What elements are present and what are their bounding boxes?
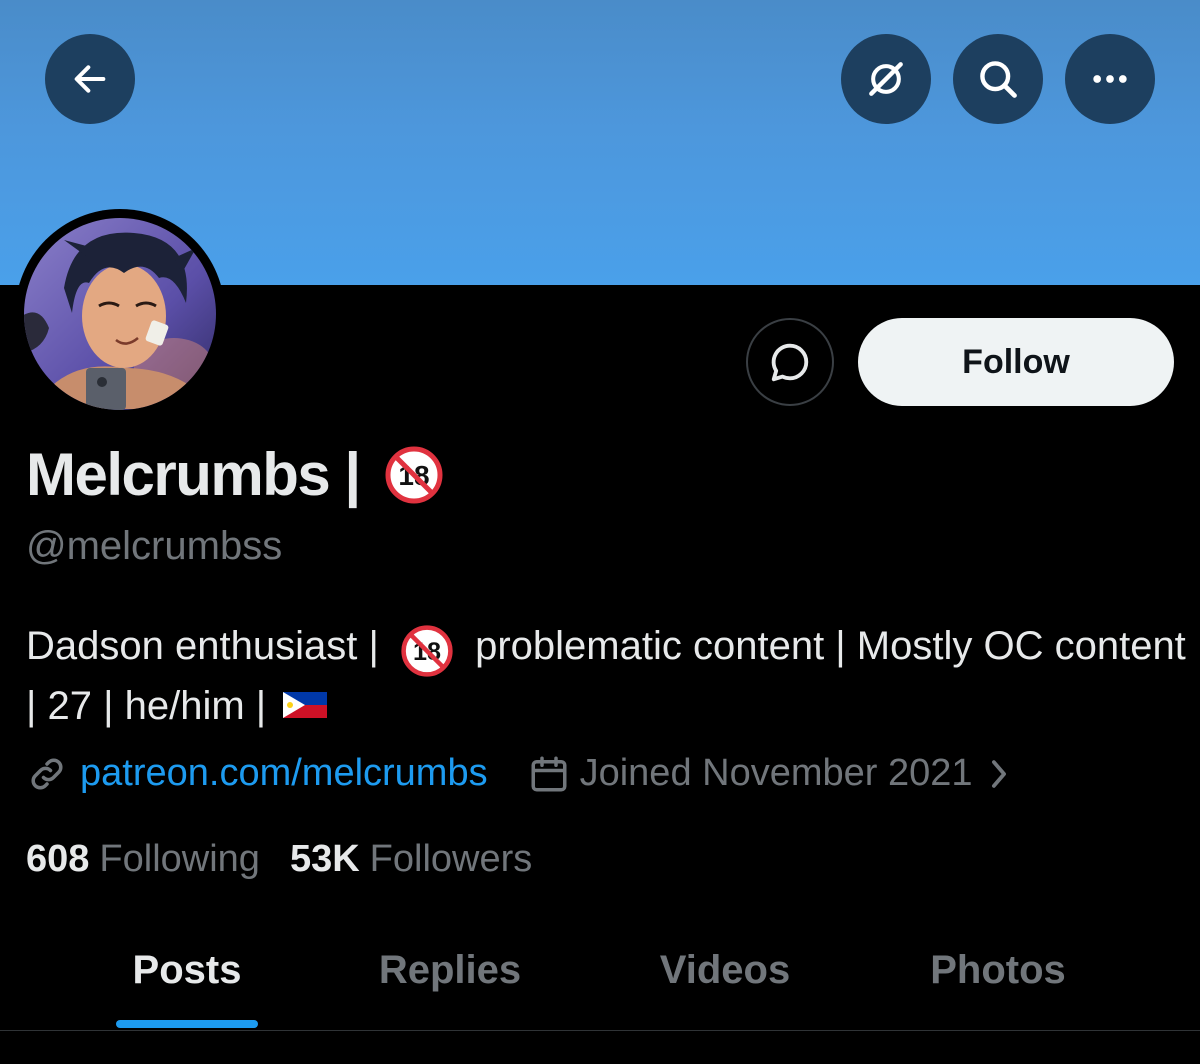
more-options-button[interactable] [1065, 34, 1155, 124]
adults-only-badge-icon: 18 [401, 625, 453, 678]
chevron-right-icon[interactable] [987, 757, 1011, 791]
back-button[interactable] [45, 34, 135, 124]
grok-button[interactable] [841, 34, 931, 124]
bio-text-part1: Dadson enthusiast | [26, 624, 379, 668]
profile-tabs: Posts Replies Videos Photos [0, 920, 1200, 1030]
tab-videos[interactable]: Videos [640, 920, 810, 1020]
tab-posts[interactable]: Posts [110, 920, 264, 1020]
active-tab-indicator [116, 1020, 258, 1028]
profile-handle: @melcrumbss [26, 524, 283, 568]
tab-replies[interactable]: Replies [360, 920, 540, 1020]
profile-name-row: Melcrumbs | 18 [26, 440, 444, 509]
back-arrow-icon [74, 65, 106, 93]
message-button[interactable] [746, 318, 834, 406]
joined-date[interactable]: Joined November 2021 [580, 752, 973, 795]
link-icon [31, 757, 63, 790]
following-stat[interactable]: 608 Following [26, 838, 260, 881]
followers-count: 53K [289, 838, 360, 880]
tabs-divider [0, 1030, 1200, 1031]
following-label: Following [99, 838, 260, 880]
profile-meta: patreon.com/melcrumbs Joined November 20… [26, 752, 1011, 795]
following-count: 608 [26, 838, 90, 880]
profile-bio: Dadson enthusiast | 18 problematic conte… [26, 616, 1186, 736]
followers-label: Followers [369, 838, 533, 880]
adults-only-badge-icon: 18 [385, 446, 443, 503]
more-icon [1093, 75, 1127, 83]
follow-button[interactable]: Follow [858, 318, 1174, 406]
profile-link[interactable]: patreon.com/melcrumbs [80, 752, 488, 795]
search-button[interactable] [953, 34, 1043, 124]
search-icon [980, 61, 1017, 98]
follow-stats: 608 Following 53K Followers [26, 838, 532, 881]
followers-stat[interactable]: 53K Followers [290, 838, 532, 881]
avatar-image [24, 218, 216, 410]
philippines-flag-icon: 🇵🇭 [283, 692, 328, 719]
tab-photos[interactable]: Photos [915, 920, 1081, 1020]
display-name: Melcrumbs | [26, 441, 361, 508]
grok-icon [869, 62, 903, 96]
calendar-icon [531, 756, 567, 791]
message-bubble-icon [771, 343, 809, 382]
avatar[interactable] [15, 209, 225, 419]
